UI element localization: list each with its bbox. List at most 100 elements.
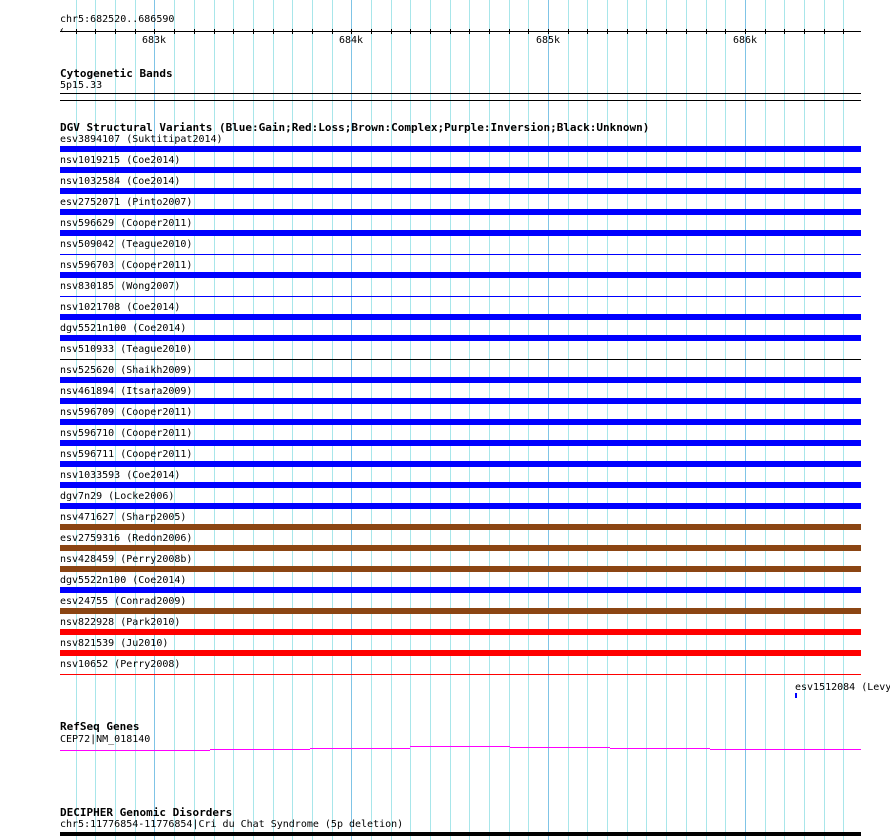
variant-feature[interactable] (60, 566, 861, 572)
variant-label[interactable]: dgv5521n100 (Coe2014) (60, 323, 186, 334)
variant-label[interactable]: esv2759316 (Redon2006) (60, 533, 192, 544)
variant-feature[interactable] (60, 188, 861, 194)
variant-label[interactable]: nsv1032584 (Coe2014) (60, 176, 180, 187)
ruler-tick-label: 684k (339, 35, 364, 46)
gene-segment[interactable] (310, 748, 410, 749)
ruler-tick (528, 29, 529, 34)
ruler-tick (233, 29, 234, 34)
gene-segment[interactable] (410, 746, 510, 747)
variant-feature[interactable] (60, 146, 861, 152)
variant-label[interactable]: esv24755 (Conrad2009) (60, 596, 186, 607)
ruler-tick (548, 29, 549, 34)
variant-feature[interactable] (60, 314, 861, 320)
variant-feature[interactable] (60, 209, 861, 215)
dgv-extra-label[interactable]: esv1512084 (Levy (795, 682, 890, 693)
left-arrow-icon[interactable]: ‹ (59, 25, 65, 36)
variant-feature[interactable] (60, 359, 861, 360)
variant-feature[interactable] (60, 335, 861, 341)
variant-feature[interactable] (60, 440, 861, 446)
ruler-tick (469, 29, 470, 34)
ruler-tick (646, 29, 647, 34)
variant-feature[interactable] (60, 524, 861, 530)
gene-segment[interactable] (60, 750, 210, 751)
variant-label[interactable]: nsv471627 (Sharp2005) (60, 512, 186, 523)
variant-feature[interactable] (60, 377, 861, 383)
dgv-title: DGV Structural Variants (Blue:Gain;Red:L… (60, 121, 650, 134)
ruler-axis (60, 31, 861, 32)
variant-label[interactable]: nsv830185 (Wong2007) (60, 281, 180, 292)
refseq-title: RefSeq Genes (60, 720, 140, 733)
ruler-tick (607, 29, 608, 34)
variant-label[interactable]: nsv596629 (Cooper2011) (60, 218, 192, 229)
variant-label[interactable]: nsv10652 (Perry2008) (60, 659, 180, 670)
variant-label[interactable]: nsv428459 (Perry2008b) (60, 554, 192, 565)
refseq-gene-label[interactable]: CEP72|NM_018140 (60, 734, 150, 745)
decipher-feature[interactable] (60, 832, 861, 836)
variant-label[interactable]: dgv5522n100 (Coe2014) (60, 575, 186, 586)
variant-label[interactable]: nsv596703 (Cooper2011) (60, 260, 192, 271)
variant-feature[interactable] (60, 461, 861, 467)
variant-label[interactable]: nsv510933 (Teague2010) (60, 344, 192, 355)
ruler-tick-label: 683k (142, 35, 167, 46)
ruler-tick (135, 29, 136, 34)
variant-label[interactable]: nsv461894 (Itsara2009) (60, 386, 192, 397)
ruler-tick (194, 29, 195, 34)
variant-label[interactable]: nsv596710 (Cooper2011) (60, 428, 192, 439)
variant-feature[interactable] (60, 650, 861, 656)
ruler-tick (430, 29, 431, 34)
variant-feature[interactable] (60, 587, 861, 593)
variant-label[interactable]: nsv1019215 (Coe2014) (60, 155, 180, 166)
ruler-tick-label: 686k (733, 35, 758, 46)
variant-label[interactable]: esv2752071 (Pinto2007) (60, 197, 192, 208)
variant-label[interactable]: nsv822928 (Park2010) (60, 617, 180, 628)
ruler-tick (351, 29, 352, 34)
ruler-tick (489, 29, 490, 34)
variant-feature[interactable] (60, 608, 861, 614)
ruler-tick (253, 29, 254, 34)
ruler-tick (410, 29, 411, 34)
variant-label[interactable]: nsv509042 (Teague2010) (60, 239, 192, 250)
variant-label[interactable]: nsv596711 (Cooper2011) (60, 449, 192, 460)
variant-feature[interactable] (60, 482, 861, 488)
variant-label[interactable]: nsv525620 (Shaikh2009) (60, 365, 192, 376)
gene-segment[interactable] (710, 749, 861, 750)
variant-feature[interactable] (60, 230, 861, 236)
ruler-tick (391, 29, 392, 34)
ruler-tick (627, 29, 628, 34)
ruler-tick-label: 685k (536, 35, 561, 46)
variant-feature[interactable] (60, 503, 861, 509)
variant-label[interactable]: esv3894107 (Suktitipat2014) (60, 134, 223, 145)
ruler-tick (509, 29, 510, 34)
gene-segment[interactable] (610, 748, 710, 749)
gene-segment[interactable] (210, 749, 310, 750)
ruler-tick (154, 29, 155, 34)
cytoband-title: Cytogenetic Bands (60, 67, 173, 80)
variant-feature[interactable] (60, 674, 861, 675)
decipher-title: DECIPHER Genomic Disorders (60, 806, 233, 819)
ruler-tick (312, 29, 313, 34)
variant-feature[interactable] (60, 398, 861, 404)
variant-feature[interactable] (60, 167, 861, 173)
variant-label[interactable]: nsv1021708 (Coe2014) (60, 302, 180, 313)
variant-feature[interactable] (60, 419, 861, 425)
variant-feature[interactable] (60, 629, 861, 635)
decipher-label[interactable]: chr5:11776854-11776854|Cri du Chat Syndr… (60, 819, 403, 830)
dgv-extra-feature[interactable] (795, 693, 797, 698)
variant-label[interactable]: nsv821539 (Ju2010) (60, 638, 168, 649)
variant-feature[interactable] (60, 254, 861, 255)
variant-label[interactable]: dgv7n29 (Locke2006) (60, 491, 174, 502)
ruler-tick (76, 29, 77, 34)
region-label: chr5:682520..686590 (60, 14, 175, 25)
variant-label[interactable]: nsv596709 (Cooper2011) (60, 407, 192, 418)
cytoband-label: 5p15.33 (60, 80, 103, 91)
variant-feature[interactable] (60, 296, 861, 297)
gene-segment[interactable] (510, 747, 610, 748)
ruler-tick (666, 29, 667, 34)
ruler-tick (784, 29, 785, 34)
variant-feature[interactable] (60, 272, 861, 278)
ruler-tick (450, 29, 451, 34)
ruler-tick (824, 29, 825, 34)
variant-feature[interactable] (60, 545, 861, 551)
variant-label[interactable]: nsv1033593 (Coe2014) (60, 470, 180, 481)
ruler-tick (568, 29, 569, 34)
